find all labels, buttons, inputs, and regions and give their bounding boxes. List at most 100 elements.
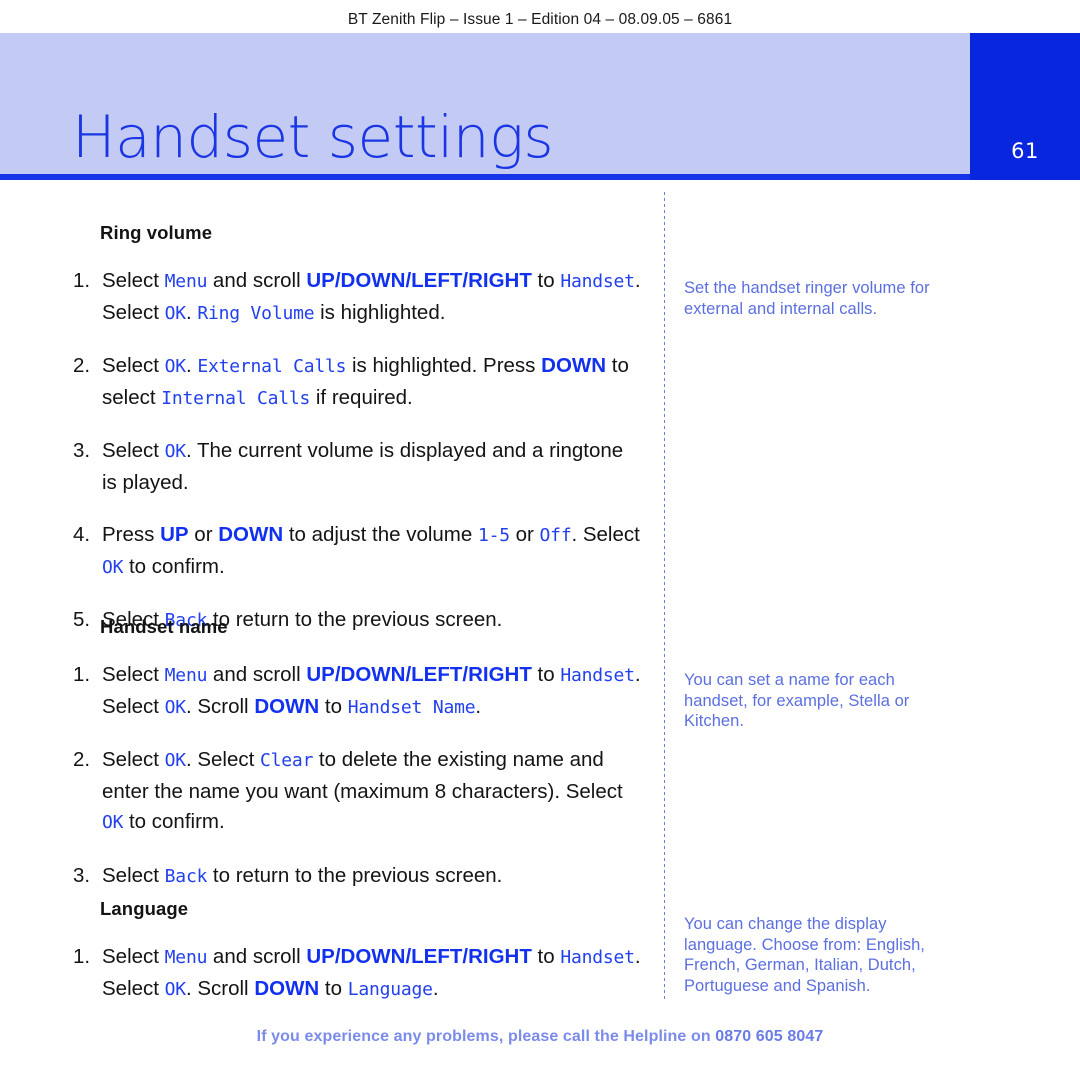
step-text: and scroll: [207, 663, 307, 686]
step-text: to: [319, 976, 348, 1000]
step-text: Press: [102, 523, 161, 546]
section: Ring volume 1. Select Menu and scroll UP/D…: [0, 222, 664, 637]
step-text: Select: [102, 748, 165, 771]
step-list: 1. Select Menu and scroll UP/DOWN/LEFT/RI…: [62, 266, 642, 637]
screen-term: Handset: [560, 271, 635, 292]
step-item: 1. Select Menu and scroll UP/DOWN/LEFT/RI…: [62, 942, 642, 1005]
step-number: 1.: [73, 663, 91, 686]
screen-term: OK: [102, 812, 124, 833]
page-number-tab: 61: [970, 33, 1080, 180]
section-heading: Handset name: [100, 616, 228, 637]
step-text: .: [475, 694, 482, 718]
step-number: 2.: [73, 354, 91, 377]
step-text: to: [531, 663, 561, 686]
screen-term: Menu: [164, 947, 208, 968]
screen-term: Off: [539, 525, 572, 546]
screen-term: OK: [164, 302, 186, 324]
screen-term: Menu: [164, 271, 208, 292]
step-number: 1.: [73, 269, 91, 292]
key-label: DOWN: [254, 694, 320, 718]
step-text: . Select: [185, 748, 261, 771]
screen-term: Handset: [560, 665, 635, 686]
step-item: 1. Select Menu and scroll UP/DOWN/LEFT/RI…: [62, 660, 642, 723]
screen-term: Internal Calls: [161, 387, 311, 409]
step-text: is highlighted. Press: [346, 354, 542, 377]
key-label: DOWN: [254, 976, 320, 1000]
section: Language 1. Select Menu and scroll UP/DOWN…: [0, 898, 664, 1005]
step-text: Select: [102, 269, 165, 292]
key-label: UP/DOWN/LEFT/RIGHT: [306, 945, 532, 968]
step-number: 3.: [73, 439, 91, 462]
step-text: or: [509, 523, 540, 546]
screen-term: Menu: [164, 665, 208, 686]
key-label: UP/DOWN/LEFT/RIGHT: [306, 269, 532, 292]
step-text: .: [432, 976, 439, 1000]
step-item: 2. Select OK. Select Clear to delete the …: [62, 745, 642, 839]
step-text: Select: [102, 863, 165, 887]
step-item: 1. Select Menu and scroll UP/DOWN/LEFT/RI…: [62, 266, 642, 329]
step-text: to confirm.: [123, 810, 225, 833]
screen-term: Ring Volume: [197, 302, 315, 324]
step-text: and scroll: [207, 945, 307, 968]
key-label: DOWN: [541, 354, 607, 377]
step-text: to: [531, 945, 561, 968]
step-text: .: [185, 300, 198, 324]
running-head: BT Zenith Flip – Issue 1 – Edition 04 – …: [347, 11, 733, 28]
column-divider: [664, 192, 665, 1002]
screen-term: Handset Name: [347, 696, 476, 718]
screen-term: OK: [164, 978, 186, 1000]
key-label: UP: [160, 523, 189, 546]
step-list: 1. Select Menu and scroll UP/DOWN/LEFT/RI…: [62, 942, 642, 1005]
step-text: to return to the previous screen.: [207, 863, 503, 887]
step-text: Select: [102, 354, 165, 377]
screen-term: OK: [164, 696, 186, 718]
screen-term: OK: [164, 356, 186, 377]
step-text: . Select: [571, 523, 640, 546]
footer-telephone: 0870 605 8047: [715, 1028, 824, 1045]
step-item: 3. Select OK. The current volume is displ…: [62, 436, 642, 498]
step-text: and scroll: [207, 269, 307, 292]
step-text: . Scroll: [185, 694, 255, 718]
key-label: UP/DOWN/LEFT/RIGHT: [306, 663, 532, 686]
step-item: 2. Select OK. External Calls is highlight…: [62, 351, 642, 414]
page-title: Handset settings: [72, 103, 554, 171]
step-text: is highlighted.: [314, 300, 446, 324]
step-text: Select: [102, 945, 165, 968]
step-number: 1.: [73, 945, 91, 968]
step-text: .: [185, 354, 198, 377]
page-number: 61: [1011, 139, 1039, 163]
screen-term: External Calls: [197, 356, 347, 377]
screen-term: Back: [164, 865, 208, 887]
screen-term: Language: [347, 978, 433, 1000]
side-note: Set the handset ringer volume for extern…: [684, 279, 930, 318]
footer-message: If you experience any problems, please c…: [256, 1028, 716, 1045]
step-text: to confirm.: [123, 554, 225, 578]
screen-term: 1-5: [478, 525, 510, 546]
footer-helpline: If you experience any problems, please c…: [0, 1028, 1080, 1046]
step-number: 3.: [73, 863, 91, 887]
step-text: if required.: [310, 385, 413, 409]
key-label: DOWN: [218, 523, 284, 546]
screen-term: Clear: [260, 750, 314, 771]
step-number: 2.: [73, 748, 91, 771]
section: Handset name 1. Select Menu and scroll UP/…: [0, 616, 664, 892]
step-text: . Scroll: [185, 976, 255, 1000]
step-text: Select: [102, 663, 165, 686]
section-heading: Language: [100, 898, 189, 919]
step-item: 3. Select Back to return to the previous …: [62, 861, 642, 893]
step-item: 4. Press UP or DOWN to adjust the volume …: [62, 520, 642, 583]
section-heading: Ring volume: [100, 222, 213, 243]
step-text: or: [188, 523, 219, 546]
masthead-rule: [0, 174, 970, 180]
masthead: 61 Handset settings: [0, 33, 1080, 180]
side-note: You can set a name for each handset, for…: [684, 671, 910, 730]
step-text: to adjust the volume: [283, 523, 478, 546]
screen-term: OK: [164, 441, 186, 462]
screen-term: Handset: [560, 947, 635, 968]
screen-term: OK: [164, 750, 186, 771]
step-number: 4.: [73, 523, 91, 546]
step-text: to: [319, 694, 348, 718]
screen-term: OK: [102, 556, 124, 578]
step-list: 1. Select Menu and scroll UP/DOWN/LEFT/RI…: [62, 660, 642, 892]
side-note: You can change the display language. Cho…: [684, 915, 925, 995]
